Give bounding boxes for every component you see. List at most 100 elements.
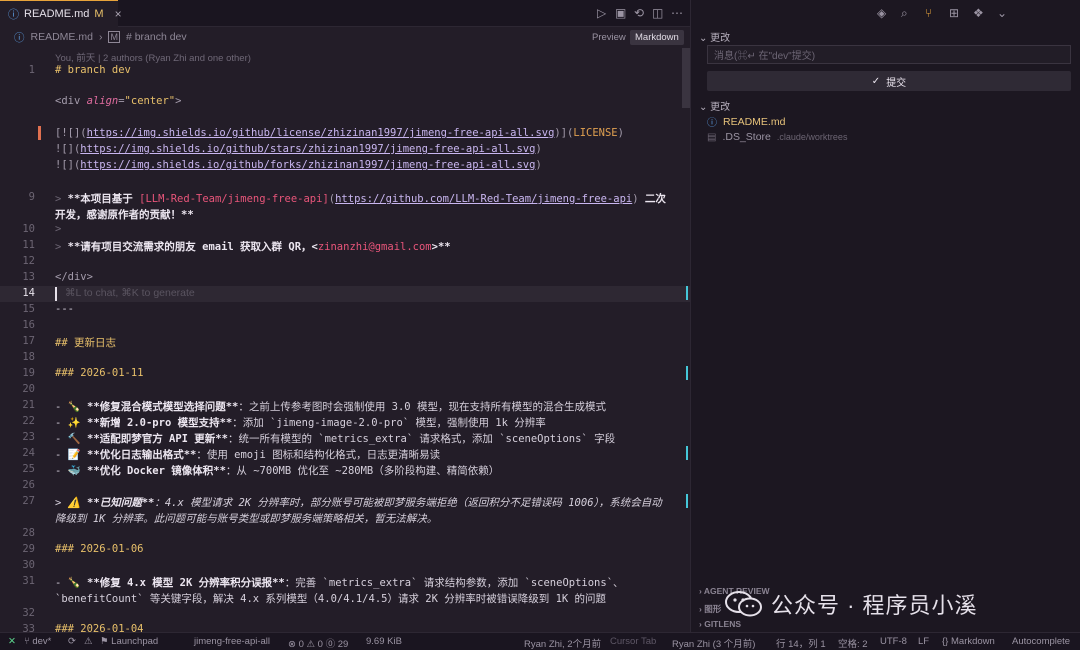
section-label: 图形 — [704, 604, 722, 614]
link[interactable]: https://github.com/LLM-Red-Team/jimeng-f… — [335, 193, 632, 205]
code-line: 27 > ⚠️ **已知问题**：4.x 模型请求 2K 分辨率时，部分账号可能… — [0, 494, 690, 510]
code-text: 开发，感谢原作者的贡献！** — [55, 209, 194, 221]
scrollbar[interactable] — [682, 48, 690, 108]
code-line: 16 — [0, 318, 690, 334]
markdown-button[interactable]: Markdown — [630, 30, 684, 45]
wechat-icon — [725, 591, 762, 617]
section-gitlens[interactable]: › GITLENS — [699, 619, 741, 629]
token: - 🍾 — [55, 577, 88, 589]
link[interactable]: [LLM-Red-Team/jimeng-free-api] — [139, 193, 329, 205]
token: ) — [617, 127, 624, 139]
sync-icon[interactable]: ⟳ — [68, 636, 76, 647]
line-number: 27 — [22, 495, 35, 507]
warning-icon: ⚠ — [84, 636, 93, 647]
line-number: 16 — [22, 319, 35, 331]
status-repo[interactable]: jimeng-free-api-all — [194, 636, 270, 647]
changes-group-header[interactable]: ⌄ 更改 — [699, 98, 730, 113]
close-icon[interactable]: × — [115, 7, 122, 21]
token: >** — [431, 241, 451, 253]
status-blame[interactable]: Ryan Zhi (3 个月前) — [672, 636, 755, 650]
rocket-icon: ⚑ — [100, 636, 112, 647]
token: **优化 Docker 镜像体积** — [87, 465, 226, 477]
line-number: 32 — [22, 607, 35, 619]
status-bar: ✕ ⑂ dev* ⟳ ⚠ ⚑ Launchpad jimeng-free-api… — [0, 632, 1080, 650]
commit-message-input[interactable]: 消息(⌘↵ 在"dev"提交) — [707, 45, 1071, 64]
status-author[interactable]: Ryan Zhi, 2个月前 — [524, 636, 601, 650]
token: ：使用 emoji 图标和结构化格式，日志更清晰易读 — [196, 449, 441, 461]
changed-file[interactable]: ▤ .DS_Store .claude/worktrees — [707, 131, 847, 143]
status-cursor-tab[interactable]: Cursor Tab — [610, 636, 656, 647]
editor-hint: ⌘L to chat, ⌘K to generate — [65, 287, 195, 299]
more-icon[interactable]: ⋯ — [671, 6, 683, 20]
link[interactable]: https://img.shields.io/github/forks/zhiz… — [80, 159, 535, 171]
status-size: 9.69 KiB — [366, 636, 402, 647]
code-text: ### 2026-01-11 — [55, 367, 144, 379]
chevron-right-icon: › — [98, 31, 103, 43]
status-branch[interactable]: ⑂ dev* — [24, 636, 51, 647]
timeline-icon[interactable]: ⟲ — [634, 6, 644, 20]
line-number: 18 — [22, 351, 35, 363]
line-number: 29 — [22, 543, 35, 555]
code-line-wrap: 开发，感谢原作者的贡献！** — [0, 206, 690, 222]
code-line-current[interactable]: 14 ⌘L to chat, ⌘K to generate — [0, 286, 690, 302]
status-position[interactable]: 行 14，列 1 — [776, 636, 826, 650]
token: [![]( — [55, 127, 87, 139]
link[interactable]: LICENSE — [573, 127, 617, 139]
commit-label: 提交 — [886, 77, 907, 89]
section-graph[interactable]: › 图形 — [699, 603, 721, 615]
token: ：从 ~700MB 优化至 ~280MB（多阶段构建、精简依赖） — [225, 465, 500, 477]
line-number: 17 — [22, 335, 35, 347]
token: ![]( — [55, 159, 81, 171]
status-launchpad[interactable]: ⚑ Launchpad — [100, 636, 158, 647]
token: ![]( — [55, 143, 81, 155]
split-editor-icon[interactable]: ◫ — [652, 6, 663, 20]
chevron-down-icon[interactable]: ⌄ — [997, 6, 1007, 20]
code-line: 25 - 🐳 **优化 Docker 镜像体积**：从 ~700MB 优化至 ~… — [0, 462, 690, 478]
token: align — [86, 95, 119, 107]
code-line: [![](https://img.shields.io/github/licen… — [0, 126, 690, 142]
line-number: 19 — [22, 367, 35, 379]
split-preview-icon[interactable]: ▣ — [615, 6, 626, 20]
code-line: 1 # branch dev — [0, 63, 690, 79]
token: > — [55, 241, 68, 253]
tab-readme[interactable]: ⓘ README.md M × — [0, 0, 122, 27]
code-line: 32 — [0, 606, 690, 622]
status-eol[interactable]: LF — [918, 636, 929, 647]
token: <div — [55, 95, 87, 107]
changed-file[interactable]: ⓘ README.md — [707, 114, 785, 130]
email-link[interactable]: zinanzhi@gmail.com — [318, 241, 432, 253]
link[interactable]: https://img.shields.io/github/stars/zhiz… — [80, 143, 535, 155]
source-control-icon[interactable]: ⑂ — [925, 6, 932, 20]
braces-icon: {} — [942, 636, 951, 647]
breadcrumb-section[interactable]: # branch dev — [126, 31, 187, 43]
link[interactable]: https://img.shields.io/github/license/zh… — [87, 127, 555, 139]
status-autocomplete[interactable]: Autocomplete — [1012, 636, 1070, 647]
grid-icon[interactable]: ⊞ — [949, 6, 959, 20]
token: ：统一所有模型的 `metrics_extra` 请求格式，添加 `sceneO… — [227, 433, 616, 445]
remote-icon[interactable]: ❖ — [973, 6, 984, 20]
status-spaces[interactable]: 空格: 2 — [838, 636, 868, 650]
check-icon: ✓ — [871, 75, 881, 87]
token: **新增 2.0-pro 模型支持** — [87, 417, 233, 429]
info-icon: ⓘ — [14, 31, 25, 44]
search-icon[interactable]: ⌕ — [901, 6, 908, 21]
token: "center" — [124, 95, 176, 107]
code-text: `benefitCount` 等关键字段，解决 4.x 系列模型（4.0/4.1… — [55, 593, 607, 605]
token: **适配即梦官方 API 更新** — [87, 433, 228, 445]
section-changes-header[interactable]: ⌄ 更改 — [699, 29, 730, 44]
line-number: 20 — [22, 383, 35, 395]
code-line: 9 > **本项目基于 [LLM-Red-Team/jimeng-free-ap… — [0, 190, 690, 206]
breadcrumb-file[interactable]: README.md — [31, 31, 93, 43]
code-line: 23 - 🔨 **适配即梦官方 API 更新**：统一所有模型的 `metric… — [0, 430, 690, 446]
run-icon[interactable]: ▷ — [597, 6, 606, 20]
preview-button[interactable]: Preview — [587, 30, 631, 45]
code-text: # branch dev — [55, 64, 131, 76]
status-language[interactable]: {} Markdown — [942, 636, 995, 647]
remote-icon[interactable]: ✕ — [8, 636, 16, 647]
token: > — [175, 95, 182, 107]
status-problems[interactable]: ⊗ 0 ⚠ 0 ⓪ 29 — [288, 636, 348, 650]
extensions-icon[interactable]: ◈ — [877, 6, 886, 20]
commit-button[interactable]: ✓ 提交 — [707, 71, 1071, 91]
status-encoding[interactable]: UTF-8 — [880, 636, 907, 647]
code-line: 17 ## 更新日志 — [0, 334, 690, 350]
